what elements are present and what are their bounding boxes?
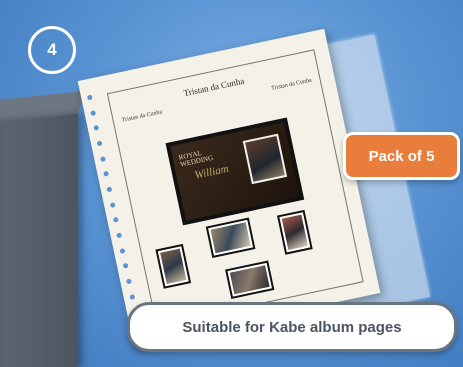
pack-of-5-badge: Pack of 5: [343, 132, 460, 180]
souvenir-sheet-script: William: [193, 162, 230, 182]
page-header-right: Tristan da Cunha: [270, 77, 313, 92]
stamp-3: [277, 209, 313, 255]
stamp-1: [155, 243, 192, 289]
page-header-left: Tristan da Cunha: [121, 109, 163, 124]
binder-box: [0, 113, 78, 367]
product-image: Tristan da Cunha Tristan da Cunha Trista…: [0, 0, 463, 367]
page-frame: Tristan da Cunha Tristan da Cunha Trista…: [106, 49, 364, 327]
compatibility-label: Suitable for Kabe album pages: [127, 302, 457, 352]
souvenir-sheet: ROYAL WEDDING William: [165, 117, 305, 226]
stamp-4: [225, 260, 275, 299]
souvenir-sheet-stamp: [242, 133, 288, 185]
stamp-2: [205, 217, 256, 259]
step-number-badge: 4: [28, 26, 76, 74]
